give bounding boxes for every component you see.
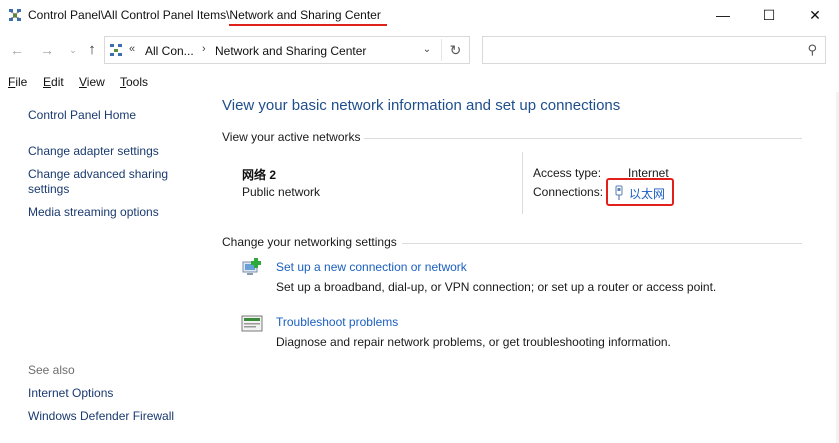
chevron-down-icon: ⌄ bbox=[422, 44, 432, 55]
menu-view-label: iew bbox=[86, 75, 105, 89]
menu-tools[interactable]: Tools bbox=[120, 75, 148, 89]
network-name: 网络 2 bbox=[242, 168, 277, 182]
breadcrumb-all-control-panel[interactable]: All Con... bbox=[145, 44, 194, 58]
title-highlight-underline bbox=[229, 24, 387, 26]
address-dropdown-button[interactable]: ⌄ bbox=[417, 41, 437, 59]
search-icon[interactable]: ⚲ bbox=[807, 42, 817, 58]
title-bar: Control Panel\All Control Panel Items\Ne… bbox=[0, 0, 839, 30]
close-icon: ✕ bbox=[809, 6, 821, 23]
menu-view-accelerator: V bbox=[79, 75, 87, 89]
see-also-internet-options[interactable]: Internet Options bbox=[28, 386, 198, 401]
refresh-button[interactable]: ↻ bbox=[441, 39, 469, 61]
section-divider bbox=[402, 243, 802, 244]
troubleshoot-problems-link[interactable]: Troubleshoot problems bbox=[276, 315, 398, 329]
main-content: View your basic network information and … bbox=[200, 92, 839, 443]
section-divider bbox=[364, 138, 802, 139]
menu-bar: File Edit View Tools bbox=[0, 72, 839, 92]
menu-tools-label: ools bbox=[126, 75, 149, 89]
troubleshoot-problems-description: Diagnose and repair network problems, or… bbox=[276, 335, 671, 349]
page-title: View your basic network information and … bbox=[222, 97, 621, 114]
menu-edit[interactable]: Edit bbox=[43, 75, 64, 89]
troubleshoot-icon bbox=[241, 315, 263, 332]
menu-edit-accelerator: E bbox=[43, 75, 52, 89]
breadcrumb-network-sharing-center[interactable]: Network and Sharing Center bbox=[215, 44, 366, 58]
change-settings-heading: Change your networking settings bbox=[222, 235, 397, 249]
navigation-bar: ← → ⌄ ↑ « All Con... › Network and Shari… bbox=[0, 34, 839, 68]
close-button[interactable]: ✕ bbox=[792, 0, 838, 30]
forward-button[interactable]: → bbox=[38, 40, 56, 60]
breadcrumb-separator-icon[interactable]: › bbox=[202, 43, 206, 55]
menu-file-label: ile bbox=[15, 75, 28, 89]
vertical-divider bbox=[522, 152, 523, 214]
maximize-button[interactable]: ☐ bbox=[746, 0, 792, 30]
see-also-heading: See also bbox=[28, 363, 75, 377]
access-type-label: Access type: bbox=[533, 166, 602, 180]
connection-link[interactable]: 以太网 bbox=[629, 185, 665, 202]
forward-arrow-icon: → bbox=[40, 42, 54, 58]
back-arrow-icon: ← bbox=[10, 42, 24, 58]
address-bar[interactable]: « All Con... › Network and Sharing Cente… bbox=[104, 36, 470, 64]
window-title: Control Panel\All Control Panel Items\Ne… bbox=[28, 8, 381, 22]
recent-locations-button[interactable]: ⌄ bbox=[64, 40, 82, 60]
menu-edit-label: dit bbox=[51, 75, 64, 89]
menu-view[interactable]: View bbox=[79, 75, 105, 89]
up-arrow-icon: ↑ bbox=[88, 41, 96, 58]
active-networks-heading: View your active networks bbox=[222, 130, 361, 144]
sidebar-change-advanced-sharing[interactable]: Change advanced sharing settings bbox=[28, 167, 178, 197]
breadcrumb-overflow-icon[interactable]: « bbox=[129, 43, 135, 55]
back-button[interactable]: ← bbox=[8, 40, 26, 60]
network-center-icon bbox=[9, 9, 21, 21]
maximize-icon: ☐ bbox=[762, 6, 776, 23]
see-also-windows-defender-firewall[interactable]: Windows Defender Firewall bbox=[28, 409, 198, 424]
chevron-down-icon: ⌄ bbox=[69, 45, 77, 55]
ethernet-icon bbox=[615, 185, 623, 200]
connections-label: Connections: bbox=[533, 185, 604, 199]
minimize-icon: — bbox=[716, 7, 730, 23]
sidebar-change-adapter-settings[interactable]: Change adapter settings bbox=[28, 144, 198, 159]
sidebar-control-panel-home[interactable]: Control Panel Home bbox=[28, 108, 198, 123]
sidebar-media-streaming-options[interactable]: Media streaming options bbox=[28, 205, 198, 220]
connection-highlight-box: 以太网 bbox=[606, 178, 674, 206]
up-button[interactable]: ↑ bbox=[83, 40, 101, 60]
menu-file[interactable]: File bbox=[8, 75, 27, 89]
network-center-icon bbox=[110, 44, 122, 56]
setup-new-connection-description: Set up a broadband, dial-up, or VPN conn… bbox=[276, 280, 717, 294]
setup-new-connection-link[interactable]: Set up a new connection or network bbox=[276, 260, 467, 274]
network-category[interactable]: Public network bbox=[242, 185, 320, 199]
refresh-icon: ↻ bbox=[449, 42, 462, 58]
search-input[interactable]: ⚲ bbox=[482, 36, 826, 64]
minimize-button[interactable]: — bbox=[700, 0, 746, 30]
sidebar: Control Panel Home Change adapter settin… bbox=[0, 92, 200, 443]
new-connection-icon bbox=[242, 258, 261, 275]
